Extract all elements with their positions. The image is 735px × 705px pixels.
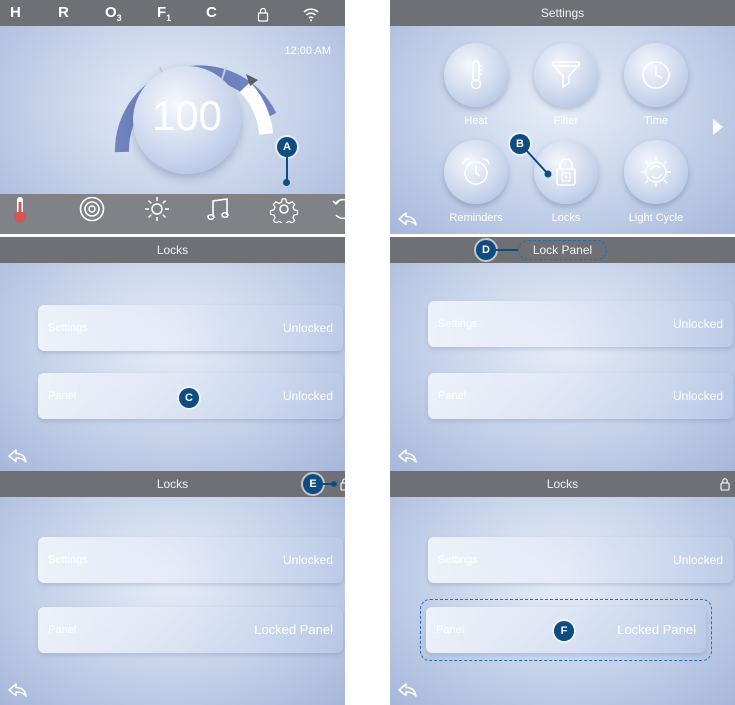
locks-screen: Locks Settings Unlocked Panel Unlocked C xyxy=(0,237,345,471)
settings-lock-row[interactable]: Settings Unlocked xyxy=(428,301,733,347)
locks-label: Locks xyxy=(551,212,581,224)
panel-locked-status-icon xyxy=(340,477,345,496)
settings-lock-value: Unlocked xyxy=(672,553,723,567)
locks-locked-highlight-screen: Locks Settings Unlocked Panel Locked Pan… xyxy=(390,471,735,705)
filter-status-icon: F1 xyxy=(157,4,172,23)
filter-funnel-icon xyxy=(552,61,580,89)
callout-a: A xyxy=(277,137,297,157)
heat-settings-button[interactable] xyxy=(444,43,508,107)
settings-screen: Settings Heat Filter Time Reminders Lock… xyxy=(390,0,735,234)
temperature-value: 100 xyxy=(151,92,223,139)
clock-icon xyxy=(642,61,670,89)
settings-lock-label: Settings xyxy=(438,554,478,566)
home-nav-bar xyxy=(0,194,345,234)
jets-icon[interactable] xyxy=(78,195,106,228)
panel-lock-value: Locked Panel xyxy=(617,622,696,637)
filter-label: Filter xyxy=(553,115,579,127)
settings-lock-row[interactable]: Settings Unlocked xyxy=(428,537,733,583)
settings-lock-label: Settings xyxy=(438,318,478,330)
settings-lock-label: Settings xyxy=(48,554,88,566)
heat-label: Heat xyxy=(464,115,488,127)
thermometer-icon[interactable] xyxy=(10,194,30,229)
lock-panel-screen: Lock Panel D Settings Unlocked Panel Unl… xyxy=(390,237,735,471)
panel-lock-row[interactable]: Panel Unlocked xyxy=(428,373,733,419)
page-title: Settings xyxy=(540,6,585,20)
panel-lock-label: Panel xyxy=(48,390,77,402)
panel-lock-value: Unlocked xyxy=(672,389,723,403)
home-screen: H R O3 F1 C 12:00 AM 100 A xyxy=(0,0,345,234)
back-arrow-icon[interactable] xyxy=(6,447,28,465)
filter-settings-button[interactable] xyxy=(534,43,598,107)
ozone-status-icon: O3 xyxy=(105,4,122,23)
light-cycle-icon xyxy=(641,157,671,187)
locks-title-bar: Locks xyxy=(0,471,345,497)
panel-lock-row[interactable]: Panel Locked Panel xyxy=(38,607,343,653)
page-title: Locks xyxy=(156,477,189,491)
callout-e: E xyxy=(303,474,323,494)
time-label: Time xyxy=(643,115,669,127)
locks-title-bar: Locks xyxy=(390,471,735,497)
locks-locked-screen: Locks E Settings Unlocked Panel Locked P… xyxy=(0,471,345,705)
reminders-label: Reminders xyxy=(449,212,503,224)
wifi-icon xyxy=(302,5,320,31)
locks-title-bar: Locks xyxy=(0,237,345,263)
callout-e-dot xyxy=(331,481,337,487)
page-title: Lock Panel xyxy=(517,240,608,260)
page-title: Locks xyxy=(546,477,579,491)
light-icon[interactable] xyxy=(143,195,171,228)
time-settings-button[interactable] xyxy=(624,43,688,107)
panel-lock-label: Panel xyxy=(438,390,467,402)
alarm-clock-icon xyxy=(462,158,490,185)
light-cycle-label: Light Cycle xyxy=(628,212,684,224)
settings-lock-row[interactable]: Settings Unlocked xyxy=(38,537,343,583)
next-page-arrow-icon[interactable] xyxy=(712,118,724,141)
temperature-dial[interactable]: 100 xyxy=(133,66,241,174)
padlock-icon xyxy=(556,158,576,186)
recirc-status-icon: R xyxy=(58,4,69,21)
settings-title-bar: Settings xyxy=(390,0,735,26)
light-cycle-settings-button[interactable] xyxy=(624,140,688,204)
status-bar: H R O3 F1 C xyxy=(0,0,345,26)
panel-lock-value: Locked Panel xyxy=(254,622,333,637)
panel-lock-label: Panel xyxy=(436,624,465,636)
settings-lock-label: Settings xyxy=(48,322,88,334)
panel-lock-label: Panel xyxy=(48,624,77,636)
page-title: Locks xyxy=(156,243,189,257)
cleanup-status-icon: C xyxy=(206,4,217,21)
settings-lock-value: Unlocked xyxy=(282,553,333,567)
heat-status-icon: H xyxy=(10,4,21,21)
callout-f: F xyxy=(554,621,574,641)
clock-time: 12:00 AM xyxy=(284,45,331,57)
back-arrow-icon[interactable] xyxy=(396,447,418,465)
back-arrow-icon[interactable] xyxy=(6,681,28,699)
callout-d: D xyxy=(476,240,496,260)
lock-panel-title-bar: Lock Panel xyxy=(390,237,735,263)
thermometer-icon xyxy=(470,60,482,90)
reminders-settings-button[interactable] xyxy=(444,140,508,204)
settings-lock-value: Unlocked xyxy=(282,321,333,335)
callout-d-line xyxy=(496,249,518,251)
callout-a-line xyxy=(286,157,288,181)
settings-lock-value: Unlocked xyxy=(672,317,723,331)
panel-lock-value: Unlocked xyxy=(282,389,333,403)
settings-gear-icon[interactable] xyxy=(269,195,299,228)
panel-locked-status-icon xyxy=(720,477,730,496)
callout-a-dot xyxy=(283,179,290,186)
back-arrow-icon[interactable] xyxy=(396,210,418,228)
callout-b-line xyxy=(525,149,552,178)
music-icon[interactable] xyxy=(205,195,233,228)
flip-icon[interactable] xyxy=(330,195,345,228)
back-arrow-icon[interactable] xyxy=(396,681,418,699)
callout-c: C xyxy=(179,388,199,408)
settings-lock-row[interactable]: Settings Unlocked xyxy=(38,305,343,351)
lock-status-icon xyxy=(257,5,269,31)
